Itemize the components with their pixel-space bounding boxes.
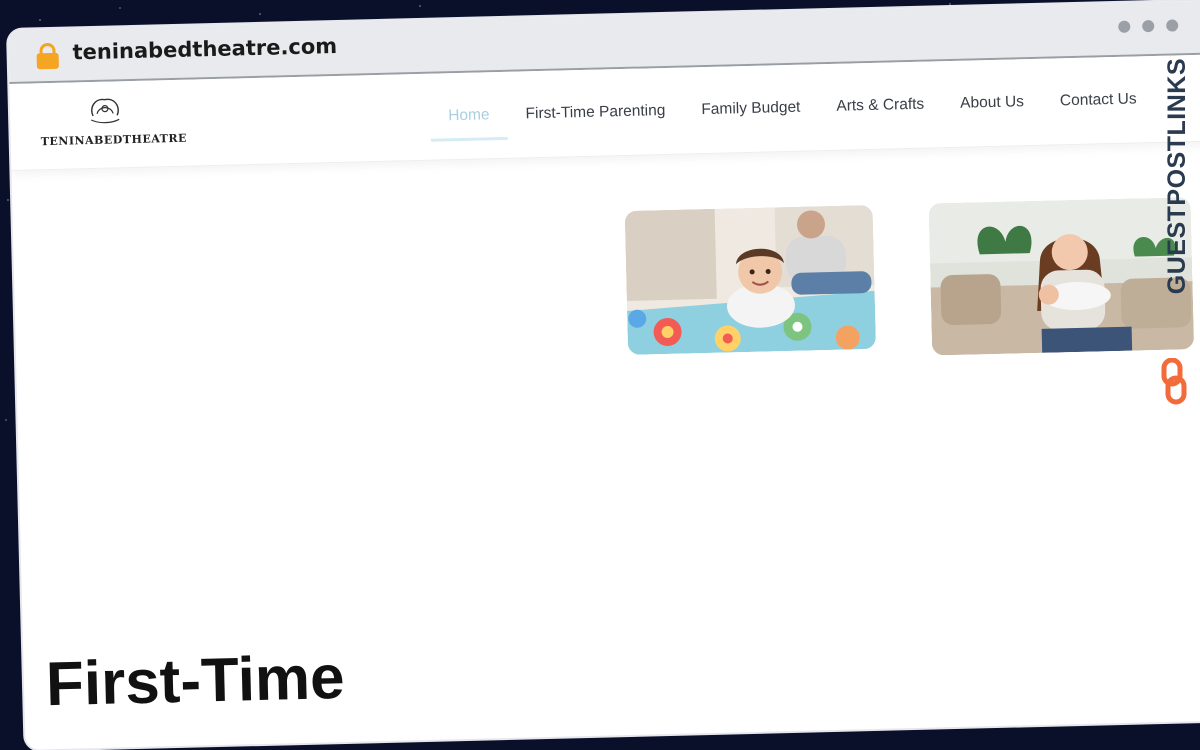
badge-text: GUESTPOSTLINKS [1163, 58, 1191, 295]
window-dot-icon [1118, 20, 1131, 33]
logo-text: TENINABEDTHEATRE [40, 131, 188, 149]
nav-item-about-us[interactable]: About Us [942, 85, 1043, 121]
logo-emblem-icon [90, 98, 120, 124]
mother-newborn-photo [928, 197, 1195, 356]
nav-item-contact-us[interactable]: Contact Us [1042, 82, 1155, 119]
nav-item-home[interactable]: Home [430, 98, 508, 134]
window-dot-icon [1142, 19, 1155, 33]
hero-title: First-Time [45, 642, 346, 720]
nav-item-first-time-parenting[interactable]: First-Time Parenting [507, 94, 684, 132]
link-chain-icon [1161, 358, 1187, 405]
main-nav: Home First-Time Parenting Family Budget … [430, 82, 1155, 134]
lock-icon [36, 42, 59, 70]
nav-item-family-budget[interactable]: Family Budget [683, 90, 819, 127]
guestpostlinks-badge: GUESTPOSTLINKS [1160, 58, 1194, 405]
site-logo[interactable]: TENINABEDTHEATRE [40, 92, 188, 155]
browser-window: teninabedtheatre.com TENINABEDTHEATRE Ho… [8, 0, 1200, 750]
window-controls [1118, 19, 1179, 33]
url-text[interactable]: teninabedtheatre.com [72, 34, 337, 64]
window-dot-icon [1166, 19, 1179, 32]
nav-item-arts-crafts[interactable]: Arts & Crafts [818, 87, 943, 124]
baby-playmat-photo [624, 204, 877, 355]
